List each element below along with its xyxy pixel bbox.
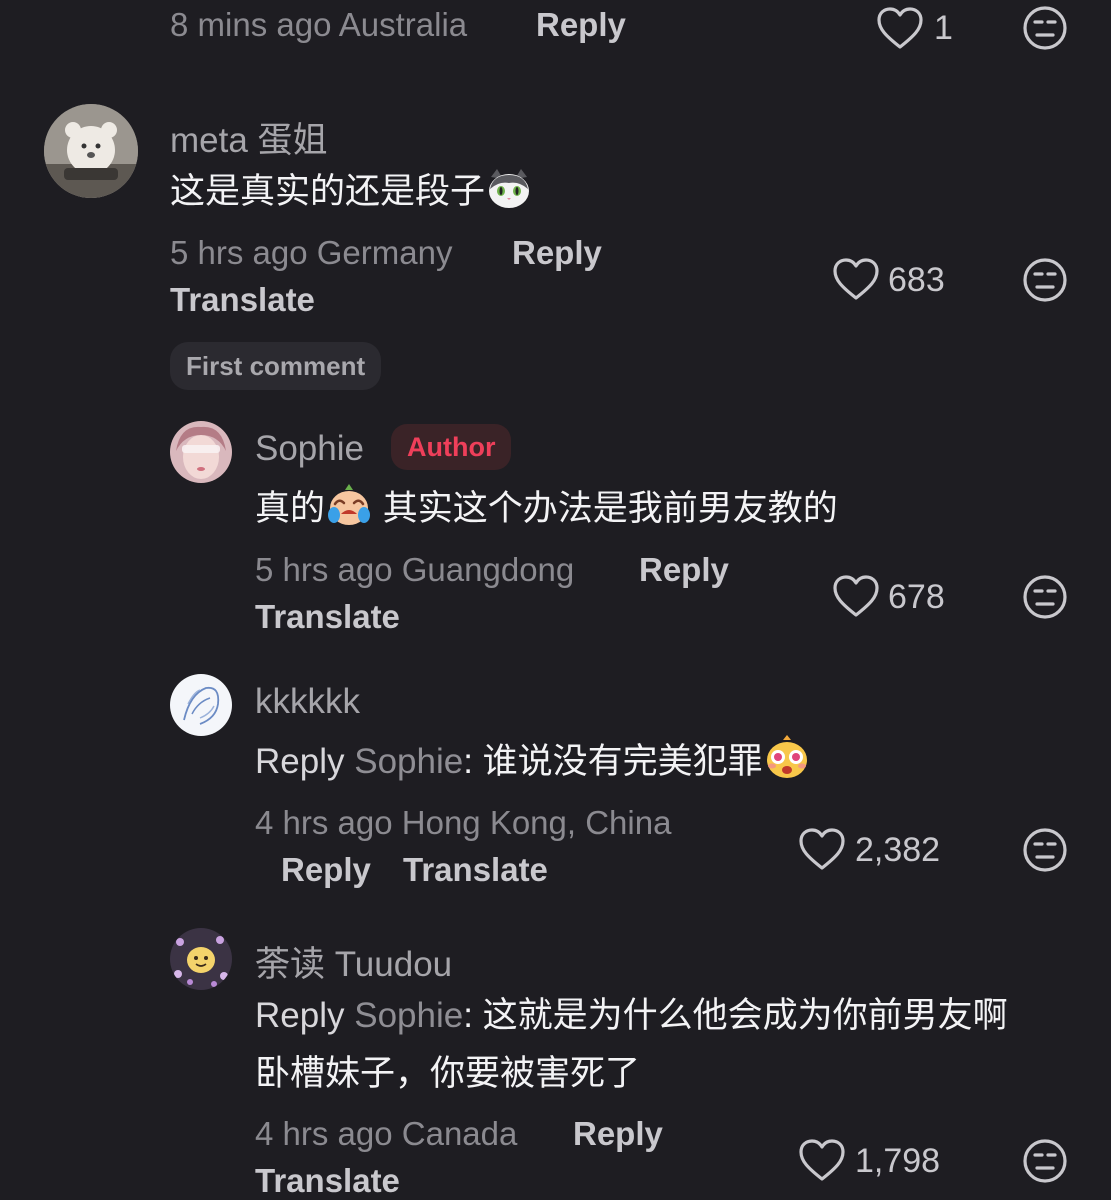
comment-text-content: 这是真实的还是段子: [170, 172, 486, 211]
girl-avatar-image: [170, 421, 232, 483]
heart-icon[interactable]: [798, 827, 846, 871]
dislike-face-icon[interactable]: [1022, 1138, 1068, 1184]
avatar[interactable]: [44, 104, 138, 198]
bear-avatar-image: [44, 104, 138, 198]
comment-meta: 8 mins ago Australia: [170, 6, 468, 43]
starstruck-face-icon: [766, 735, 807, 778]
heart-icon[interactable]: [832, 257, 880, 301]
first-comment-badge: First comment: [170, 342, 382, 390]
dislike-face-icon[interactable]: [1022, 257, 1068, 303]
reply-text-prefix: 真的: [255, 489, 326, 528]
username[interactable]: kkkkkk: [255, 682, 360, 722]
author-badge: Author: [391, 424, 512, 470]
cat-face-icon: [489, 169, 530, 208]
like-count: 683: [888, 261, 945, 299]
comment-meta: 5 hrs ago Germany: [170, 234, 453, 271]
like-count: 1: [934, 9, 953, 47]
dislike-face-icon[interactable]: [1022, 827, 1068, 873]
heart-icon[interactable]: [832, 574, 880, 618]
reply-text-content: 其实这个办法是我前男友教的: [373, 489, 838, 528]
reply-button[interactable]: Reply: [281, 851, 371, 889]
like-count: 678: [888, 578, 945, 616]
avatar[interactable]: [170, 674, 232, 736]
username[interactable]: Sophie: [255, 429, 364, 469]
dislike-face-icon[interactable]: [1022, 574, 1068, 620]
username[interactable]: 荼读 Tuudou: [255, 936, 452, 987]
comment-text: 这是真实的还是段子: [170, 163, 533, 221]
crying-face-icon: [328, 484, 371, 525]
avatar[interactable]: [170, 928, 232, 990]
username[interactable]: meta 蛋姐: [170, 112, 328, 163]
reply-text-content: : 谁说没有完美犯罪: [463, 742, 763, 781]
heart-icon[interactable]: [798, 1138, 846, 1182]
translate-button[interactable]: Translate: [255, 1162, 400, 1200]
reply-meta: 4 hrs ago Hong Kong, China: [255, 804, 672, 841]
reply-text-line1: : 这就是为什么他会成为你前男友啊: [463, 996, 1008, 1035]
reply-text: Reply Sophie: 这就是为什么他会成为你前男友啊: [255, 987, 1008, 1045]
reply-text-line2: 卧槽妹子，你要被害死了: [255, 1054, 641, 1093]
reply-button[interactable]: Reply: [536, 6, 626, 44]
translate-button[interactable]: Translate: [170, 281, 315, 319]
like-count: 2,382: [855, 831, 941, 869]
reply-meta: 5 hrs ago Guangdong: [255, 551, 575, 588]
reply-text: Reply Sophie: 谁说没有完美犯罪: [255, 733, 811, 791]
reply-meta: 4 hrs ago Canada: [255, 1115, 518, 1152]
reply-target-link[interactable]: Sophie: [354, 996, 463, 1035]
flower-avatar-image: [170, 928, 232, 990]
reply-button[interactable]: Reply: [573, 1115, 663, 1153]
like-count: 1,798: [855, 1142, 941, 1180]
translate-button[interactable]: Translate: [255, 598, 400, 636]
reply-prefix: Reply: [255, 742, 345, 781]
reply-prefix: Reply: [255, 996, 345, 1035]
translate-button[interactable]: Translate: [403, 851, 548, 889]
sketch-avatar-image: [170, 674, 232, 736]
reply-text: 真的 其实这个办法是我前男友教的: [255, 480, 838, 538]
heart-icon[interactable]: [876, 6, 924, 50]
dislike-face-icon[interactable]: [1022, 5, 1068, 51]
reply-button[interactable]: Reply: [512, 234, 602, 272]
reply-target-link[interactable]: Sophie: [354, 742, 463, 781]
avatar[interactable]: [170, 421, 232, 483]
reply-button[interactable]: Reply: [639, 551, 729, 589]
